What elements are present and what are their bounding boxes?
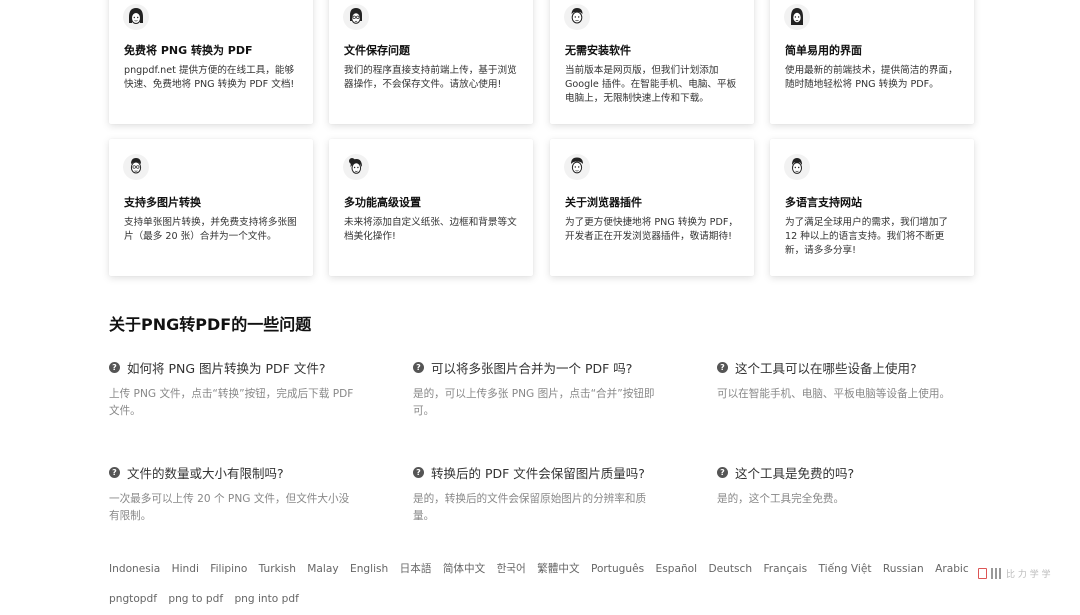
card-title: 无需安装软件 <box>565 44 631 57</box>
faq-question: ? 如何将 PNG 图片转换为 PDF 文件? <box>109 358 359 377</box>
faq-item: ? 文件的数量或大小有限制吗? 一次最多可以上传 20 个 PNG 文件，但文件大… <box>109 463 359 525</box>
card-description: 我们的程序直接支持前端上传，基于浏览器操作，不会保存文件。请放心使用! <box>344 65 517 90</box>
man-curly-avatar-icon <box>564 154 590 180</box>
grid-icon <box>991 567 1002 579</box>
faq-question-text: 如何将 PNG 图片转换为 PDF 文件? <box>127 361 326 376</box>
lang-link-english[interactable]: English <box>350 563 388 575</box>
faq-answer: 一次最多可以上传 20 个 PNG 文件，但文件大小没有限制。 <box>109 493 350 522</box>
lang-link-japanese[interactable]: 日本語 <box>400 563 432 575</box>
faq-question-text: 可以将多张图片合并为一个 PDF 吗? <box>431 361 633 376</box>
lang-link-korean[interactable]: 한국어 <box>497 563 526 575</box>
man-glasses-avatar-icon <box>123 154 149 180</box>
footer-links: pngtopdf png to pdf png into pdf <box>109 593 307 605</box>
lang-link-hindi[interactable]: Hindi <box>172 563 199 575</box>
woman-avatar-icon <box>123 4 149 30</box>
footer-link-png-to-pdf[interactable]: png to pdf <box>168 593 223 605</box>
card-title: 文件保存问题 <box>344 44 410 57</box>
lang-link-german[interactable]: Deutsch <box>708 563 752 575</box>
faq-heading: 关于PNG转PDF的一些问题 <box>109 315 312 334</box>
footer-link-pngtopdf[interactable]: pngtopdf <box>109 593 157 605</box>
card-title: 简单易用的界面 <box>785 44 862 57</box>
faq-item: ? 转换后的 PDF 文件会保留图片质量吗? 是的，转换后的文件会保留原始图片的分… <box>413 463 663 525</box>
man-avatar-icon <box>564 4 590 30</box>
faq-question: ? 转换后的 PDF 文件会保留图片质量吗? <box>413 463 663 482</box>
card-description: 支持单张图片转换，并免费支持将多张图片（最多 20 张）合并为一个文件。 <box>124 217 297 242</box>
card-title: 支持多图片转换 <box>124 196 201 209</box>
question-icon: ? <box>413 467 424 478</box>
faq-answer: 是的，转换后的文件会保留原始图片的分辨率和质量。 <box>413 493 647 522</box>
faq-question-text: 转换后的 PDF 文件会保留图片质量吗? <box>431 466 645 481</box>
card-title: 多功能高级设置 <box>344 196 421 209</box>
faq-item: ? 可以将多张图片合并为一个 PDF 吗? 是的，可以上传多张 PNG 图片，点击… <box>413 358 663 420</box>
card-description: 未来将添加自定义纸张、边框和背景等文档美化操作! <box>344 217 517 242</box>
card-title: 免费将 PNG 转换为 PDF <box>124 44 253 57</box>
question-icon: ? <box>109 467 120 478</box>
woman-glasses-avatar-icon <box>343 4 369 30</box>
faq-question-text: 这个工具可以在哪些设备上使用? <box>735 361 917 376</box>
feature-card: 简单易用的界面 使用最新的前端技术，提供简洁的界面，随时随地轻松将 PNG 转换… <box>770 0 974 124</box>
document-icon <box>978 567 987 579</box>
feature-card: 多功能高级设置 未来将添加自定义纸张、边框和背景等文档美化操作! <box>329 139 533 276</box>
footer-link-png-into-pdf[interactable]: png into pdf <box>234 593 298 605</box>
faq-answer: 可以在智能手机、电脑、平板电脑等设备上使用。 <box>717 388 951 400</box>
lang-link-filipino[interactable]: Filipino <box>210 563 247 575</box>
lang-link-traditional-chinese[interactable]: 繁體中文 <box>537 563 579 575</box>
lang-link-arabic[interactable]: Arabic <box>935 563 969 575</box>
card-description: 为了满足全球用户的需求，我们增加了 12 种以上的语言支持。我们将不断更新，请多… <box>785 217 949 256</box>
faq-answer: 上传 PNG 文件，点击“转换”按钮，完成后下载 PDF 文件。 <box>109 388 354 417</box>
question-icon: ? <box>717 467 728 478</box>
faq-question-text: 文件的数量或大小有限制吗? <box>127 466 284 481</box>
toolbar-text: 比 力 学 学 <box>1006 569 1051 580</box>
question-icon: ? <box>109 362 120 373</box>
lang-link-russian[interactable]: Russian <box>883 563 924 575</box>
lang-link-indonesia[interactable]: Indonesia <box>109 563 160 575</box>
woman-bun-avatar-icon <box>343 154 369 180</box>
card-description: pngpdf.net 提供方便的在线工具，能够快速、免费地将 PNG 转换为 P… <box>124 65 295 90</box>
card-description: 当前版本是网页版，但我们计划添加 Google 插件。在智能手机、电脑、平板电脑… <box>565 65 737 104</box>
lang-link-french[interactable]: Français <box>763 563 807 575</box>
woman-longhair-avatar-icon <box>784 4 810 30</box>
faq-answer: 是的，可以上传多张 PNG 图片，点击“合并”按钮即可。 <box>413 388 655 417</box>
floating-toolbar[interactable]: 比 力 学 学 <box>978 565 1076 581</box>
faq-item: ? 这个工具是免费的吗? 是的，这个工具完全免费。 <box>717 463 977 508</box>
faq-question: ? 这个工具是免费的吗? <box>717 463 977 482</box>
faq-question: ? 可以将多张图片合并为一个 PDF 吗? <box>413 358 663 377</box>
faq-question: ? 文件的数量或大小有限制吗? <box>109 463 359 482</box>
faq-answer: 是的，这个工具完全免费。 <box>717 493 845 505</box>
faq-question-text: 这个工具是免费的吗? <box>735 466 855 481</box>
question-icon: ? <box>413 362 424 373</box>
question-icon: ? <box>717 362 728 373</box>
faq-question: ? 这个工具可以在哪些设备上使用? <box>717 358 977 377</box>
lang-link-simplified-chinese[interactable]: 简体中文 <box>443 563 485 575</box>
card-title: 关于浏览器插件 <box>565 196 642 209</box>
lang-link-portuguese[interactable]: Português <box>591 563 644 575</box>
feature-card: 多语言支持网站 为了满足全球用户的需求，我们增加了 12 种以上的语言支持。我们… <box>770 139 974 276</box>
lang-link-turkish[interactable]: Turkish <box>259 563 296 575</box>
faq-item: ? 这个工具可以在哪些设备上使用? 可以在智能手机、电脑、平板电脑等设备上使用。 <box>717 358 977 403</box>
feature-card: 无需安装软件 当前版本是网页版，但我们计划添加 Google 插件。在智能手机、… <box>550 0 754 124</box>
language-links: Indonesia Hindi Filipino Turkish Malay E… <box>109 561 977 576</box>
lang-link-spanish[interactable]: Español <box>656 563 698 575</box>
feature-card: 免费将 PNG 转换为 PDF pngpdf.net 提供方便的在线工具，能够快… <box>109 0 313 124</box>
card-description: 使用最新的前端技术，提供简洁的界面，随时随地轻松将 PNG 转换为 PDF。 <box>785 65 958 90</box>
feature-card: 关于浏览器插件 为了更方便快捷地将 PNG 转换为 PDF，开发者正在开发浏览器… <box>550 139 754 276</box>
faq-item: ? 如何将 PNG 图片转换为 PDF 文件? 上传 PNG 文件，点击“转换”按… <box>109 358 359 420</box>
card-title: 多语言支持网站 <box>785 196 862 209</box>
card-description: 为了更方便快捷地将 PNG 转换为 PDF，开发者正在开发浏览器插件，敬请期待! <box>565 217 738 242</box>
man-short-avatar-icon <box>784 154 810 180</box>
lang-link-vietnamese[interactable]: Tiếng Việt <box>819 563 872 575</box>
lang-link-malay[interactable]: Malay <box>307 563 338 575</box>
feature-card: 支持多图片转换 支持单张图片转换，并免费支持将多张图片（最多 20 张）合并为一… <box>109 139 313 276</box>
feature-card: 文件保存问题 我们的程序直接支持前端上传，基于浏览器操作，不会保存文件。请放心使… <box>329 0 533 124</box>
